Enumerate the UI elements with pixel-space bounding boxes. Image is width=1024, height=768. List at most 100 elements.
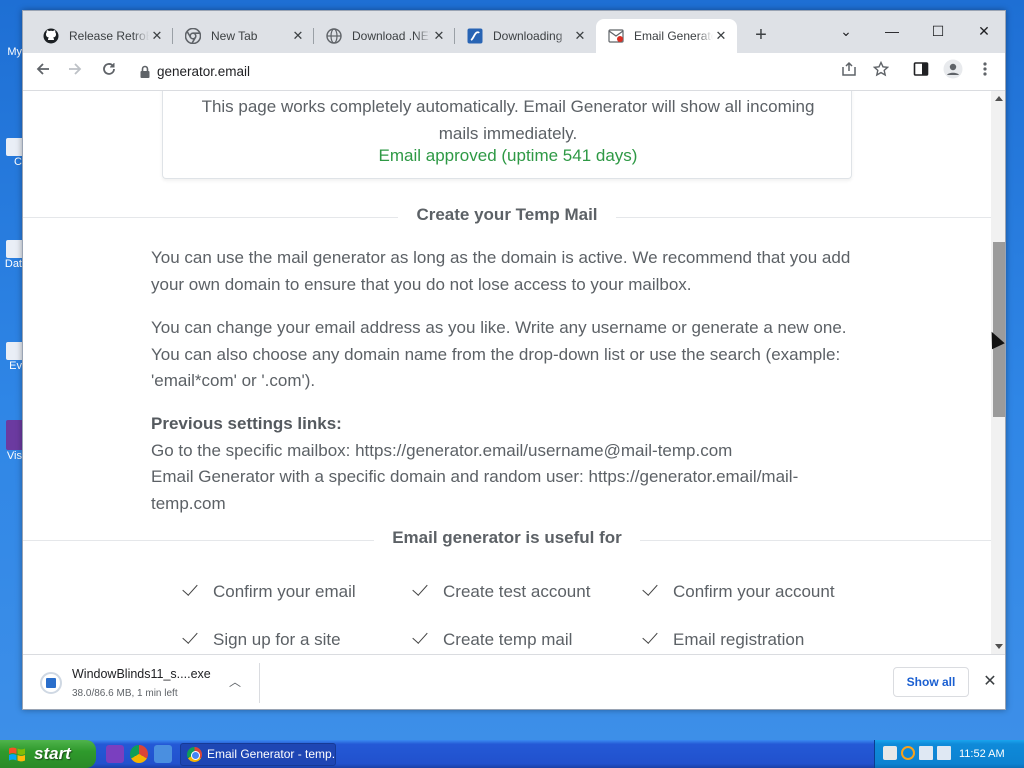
desktop-icon-2[interactable]: Dat xyxy=(0,240,22,270)
desktop-icon-4[interactable]: Vis xyxy=(0,420,22,462)
checkmark-icon xyxy=(642,580,658,596)
tab-label: Download .NET xyxy=(352,29,431,43)
vertical-scrollbar[interactable] xyxy=(991,91,1005,654)
desktop-icon-label: Ev xyxy=(9,360,22,372)
shelf-separator xyxy=(259,663,260,703)
info-card: This page works completely automatically… xyxy=(162,91,852,179)
close-icon[interactable]: ✕ xyxy=(431,28,447,44)
network-icon[interactable] xyxy=(919,746,933,760)
previous-link-domain: Email Generator with a specific domain a… xyxy=(151,467,799,513)
desktop-icon-label: Vis xyxy=(6,450,22,462)
show-all-button[interactable]: Show all xyxy=(893,667,969,697)
side-panel-icon xyxy=(913,62,929,76)
useful-item: Email registration xyxy=(642,628,804,650)
useful-item-label: Confirm your email xyxy=(213,582,356,601)
download-status: 38.0/86.6 MB, 1 min left xyxy=(72,688,178,699)
paragraph-change-address: You can change your email address as you… xyxy=(151,318,847,390)
app-quicklaunch-icon[interactable] xyxy=(154,745,172,763)
start-label: start xyxy=(34,744,71,763)
browser-toolbar: generator.email xyxy=(23,53,1005,91)
start-button[interactable]: start xyxy=(0,740,96,768)
download-file-icon xyxy=(40,672,62,694)
browser-window: Release RetroBar ✕ New Tab ✕ Download .N… xyxy=(22,10,1006,710)
close-icon[interactable]: ✕ xyxy=(290,28,306,44)
taskbar-task-email-generator[interactable]: Email Generator - temp... xyxy=(180,743,336,766)
forward-button[interactable] xyxy=(61,59,89,85)
kebab-menu-icon xyxy=(983,62,987,76)
app-icon xyxy=(6,240,22,258)
download-filename[interactable]: WindowBlinds11_s....exe xyxy=(72,667,211,681)
close-window-button[interactable]: ✕ xyxy=(961,17,1005,45)
desktop-icon-label: C xyxy=(14,156,22,168)
url-text: generator.email xyxy=(157,64,251,79)
email-approved-status: Email approved (uptime 541 days) xyxy=(378,146,638,165)
useful-item-label: Create temp mail xyxy=(443,630,573,649)
tab-label: Downloading xyxy=(493,29,563,43)
checkmark-icon xyxy=(412,580,428,596)
maximize-button[interactable]: ☐ xyxy=(915,17,961,45)
github-icon xyxy=(43,28,59,44)
avatar-icon xyxy=(943,59,963,79)
tab-release-retrobar[interactable]: Release RetroBar ✕ xyxy=(31,19,173,53)
side-panel-button[interactable] xyxy=(907,59,935,85)
chevron-up-icon[interactable]: ︿ xyxy=(227,673,243,691)
checkmark-icon xyxy=(182,628,198,644)
section-title-useful-for: Email generator is useful for xyxy=(23,528,991,548)
download-site-icon xyxy=(467,28,483,44)
search-icon[interactable] xyxy=(901,746,915,760)
desktop-icon-my-computer[interactable]: My xyxy=(0,46,22,58)
scroll-up-arrow-icon[interactable] xyxy=(995,96,1003,101)
close-icon[interactable]: ✕ xyxy=(149,28,165,44)
back-button[interactable] xyxy=(29,59,57,85)
section-title-create-temp-mail: Create your Temp Mail xyxy=(23,205,991,225)
useful-item: Sign up for a site xyxy=(182,628,341,650)
page-content: This page works completely automatically… xyxy=(23,91,991,654)
previous-settings-block: Previous settings links: Go to the speci… xyxy=(151,411,851,517)
useful-item-label: Create test account xyxy=(443,582,591,601)
tab-email-generator[interactable]: Email Generator ✕ xyxy=(596,19,737,53)
useful-item: Confirm your account xyxy=(642,580,835,602)
close-icon[interactable]: ✕ xyxy=(713,28,729,44)
menu-button[interactable] xyxy=(971,59,999,85)
useful-item: Create temp mail xyxy=(412,628,573,650)
clock[interactable]: 11:52 AM xyxy=(959,740,1005,768)
previous-settings-heading: Previous settings links: xyxy=(151,414,342,433)
app-icon xyxy=(6,342,22,360)
desktop-icon-1[interactable]: C xyxy=(0,138,22,168)
tab-label: Email Generator xyxy=(634,29,713,43)
tab-label: Release RetroBar xyxy=(69,29,149,43)
bookmark-button[interactable] xyxy=(867,59,895,85)
info-card-text: This page works completely automatically… xyxy=(201,97,815,143)
visual-studio-quicklaunch-icon[interactable] xyxy=(106,745,124,763)
desktop-icon-label: My xyxy=(7,46,22,58)
minimize-button[interactable]: — xyxy=(869,17,915,45)
security-shield-icon[interactable] xyxy=(883,746,897,760)
new-tab-button[interactable]: + xyxy=(749,24,773,48)
scroll-down-arrow-icon[interactable] xyxy=(995,644,1003,649)
reload-button[interactable] xyxy=(95,59,123,85)
share-icon xyxy=(842,61,856,76)
profile-button[interactable] xyxy=(939,59,967,85)
tab-label: New Tab xyxy=(211,29,258,43)
section-title-text: Email generator is useful for xyxy=(374,528,640,547)
checkmark-icon xyxy=(412,628,428,644)
windows-logo-icon xyxy=(9,747,25,762)
desktop-icon-3[interactable]: Ev xyxy=(0,342,22,372)
share-button[interactable] xyxy=(835,59,863,85)
tab-downloading[interactable]: Downloading ✕ xyxy=(455,19,596,53)
tab-search-button[interactable]: ⌄ xyxy=(823,17,869,45)
tab-download-net[interactable]: Download .NET ✕ xyxy=(314,19,455,53)
useful-item: Confirm your email xyxy=(182,580,356,602)
taskbar: start Email Generator - temp... 11:52 AM xyxy=(0,740,1024,768)
close-shelf-icon[interactable]: ✕ xyxy=(980,671,1000,693)
volume-icon[interactable] xyxy=(937,746,951,760)
visual-studio-icon xyxy=(6,420,22,450)
app-icon xyxy=(6,138,22,156)
tab-new-tab[interactable]: New Tab ✕ xyxy=(173,19,314,53)
checkmark-icon xyxy=(182,580,198,596)
close-icon[interactable]: ✕ xyxy=(572,28,588,44)
useful-item-label: Sign up for a site xyxy=(213,630,341,649)
chrome-icon xyxy=(185,28,201,44)
previous-link-mailbox: Go to the specific mailbox: https://gene… xyxy=(151,440,733,460)
chrome-quicklaunch-icon[interactable] xyxy=(130,745,148,763)
